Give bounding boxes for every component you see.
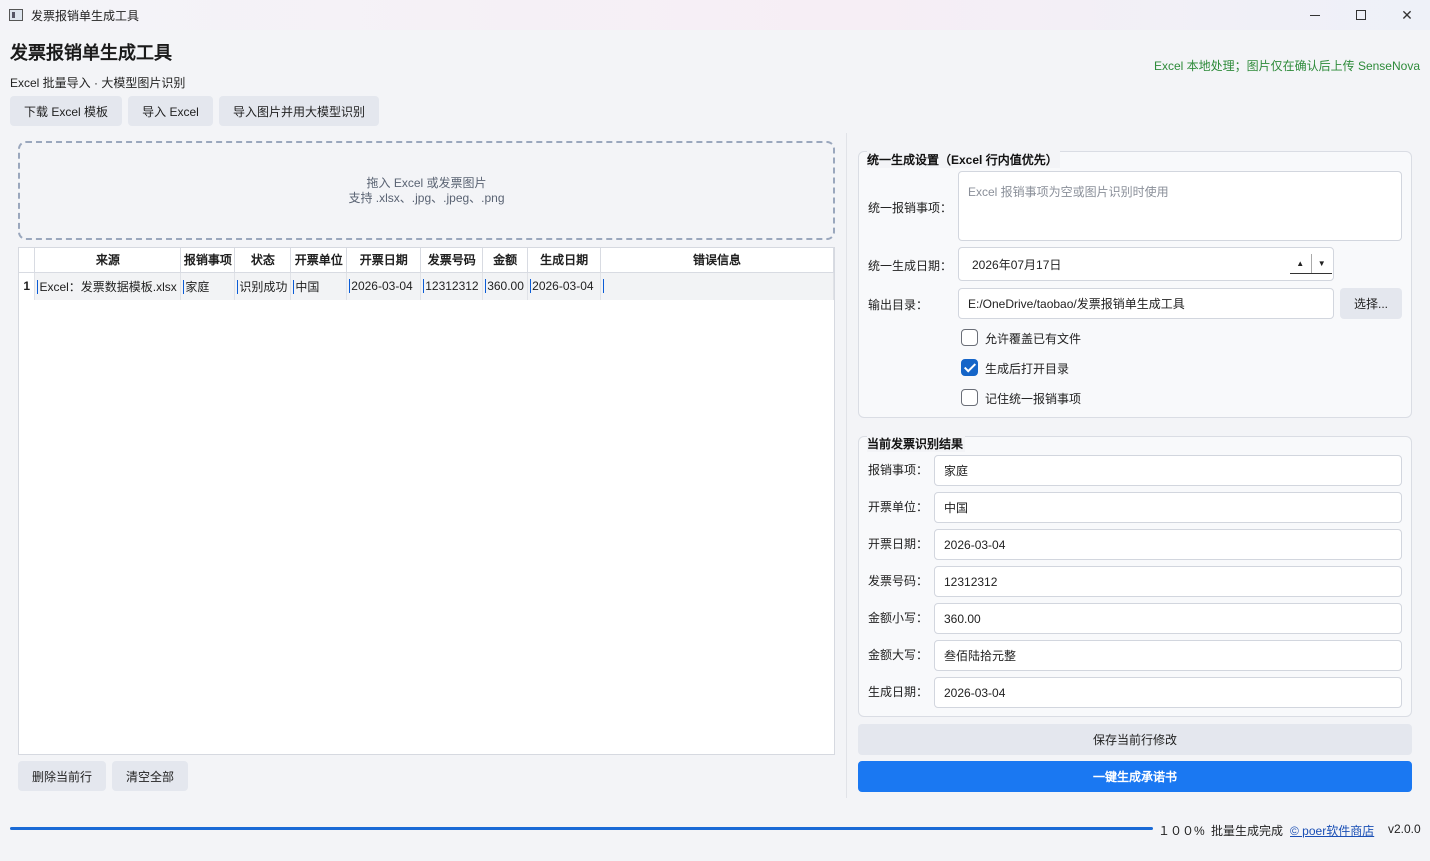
progress-percent: １００% bbox=[1158, 824, 1205, 838]
invoice-number-field[interactable]: 12312312 bbox=[934, 566, 1402, 597]
title-bar: 发票报销单生成工具 ✕ bbox=[0, 0, 1430, 30]
corner-header bbox=[19, 248, 36, 273]
table-cell[interactable]: 12312312 bbox=[420, 272, 484, 300]
panel-divider bbox=[846, 133, 847, 798]
open-dir-checkbox[interactable] bbox=[961, 359, 978, 376]
clear-all-button[interactable]: 清空全部 bbox=[112, 761, 188, 791]
import-excel-button[interactable]: 导入 Excel bbox=[128, 96, 213, 126]
maximize-icon bbox=[1356, 10, 1366, 20]
column-header[interactable]: 错误信息 bbox=[600, 248, 834, 273]
close-button[interactable]: ✕ bbox=[1384, 0, 1430, 30]
amount-field[interactable]: 360.00 bbox=[934, 603, 1402, 634]
page-title: 发票报销单生成工具 bbox=[10, 43, 172, 63]
cell-generate-date: 2026-03-04 bbox=[530, 279, 594, 294]
open-dir-label: 生成后打开目录 bbox=[985, 362, 1070, 376]
table-row[interactable]: 1 Excel：发票数据模板.xlsx 家庭 识别成功 中国 2026-03-0… bbox=[19, 272, 834, 300]
cell-issuer: 中国 bbox=[293, 279, 320, 294]
cell-invoice-date: 2026-03-04 bbox=[349, 279, 413, 294]
output-dir-input[interactable]: E:/OneDrive/taobao/发票报销单生成工具 bbox=[958, 288, 1334, 319]
allow-overwrite-label: 允许覆盖已有文件 bbox=[985, 332, 1082, 346]
date-spinbox[interactable]: 2026年07月17日 ▲ ▼ bbox=[958, 247, 1334, 281]
field-label: 开票日期： bbox=[868, 537, 929, 551]
date-stepper[interactable]: ▲ ▼ bbox=[1290, 254, 1332, 274]
generate-date-field[interactable]: 2026-03-04 bbox=[934, 677, 1402, 708]
store-link[interactable]: © poer软件商店 bbox=[1290, 822, 1374, 839]
column-header[interactable]: 报销事项 bbox=[180, 248, 236, 273]
invoice-grid: 来源 报销事项 状态 开票单位 开票日期 发票号码 金额 生成日期 错误信息 1… bbox=[19, 248, 834, 300]
drop-zone-formats: 支持 .xlsx、.jpg、.jpeg、.png bbox=[348, 190, 505, 205]
privacy-note: Excel 本地处理；图片仅在确认后上传 SenseNova bbox=[1153, 59, 1420, 73]
field-label: 金额小写： bbox=[868, 611, 929, 625]
matter-textarea[interactable]: Excel 报销事项为空或图片识别时使用 bbox=[958, 171, 1402, 241]
status-message: 批量生成完成 bbox=[1211, 824, 1284, 838]
matter-label: 统一报销事项： bbox=[868, 201, 953, 215]
maximize-button[interactable] bbox=[1338, 0, 1384, 30]
row-number[interactable]: 1 bbox=[19, 272, 36, 300]
settings-title: 统一生成设置（Excel 行内值优先） bbox=[867, 151, 1060, 168]
invoice-date-field[interactable]: 2026-03-04 bbox=[934, 529, 1402, 560]
page-subtitle: Excel 批量导入 · 大模型图片识别 bbox=[10, 76, 186, 90]
table-cell[interactable]: 中国 bbox=[290, 272, 348, 300]
issuer-field[interactable]: 中国 bbox=[934, 492, 1402, 523]
output-label: 输出目录： bbox=[868, 298, 929, 312]
cell-source: Excel：发票数据模板.xlsx bbox=[37, 279, 177, 294]
chevron-down-icon[interactable]: ▼ bbox=[1310, 254, 1333, 273]
field-label: 报销事项： bbox=[868, 463, 929, 477]
window-controls: ✕ bbox=[1292, 0, 1430, 30]
drop-zone-hint: 拖入 Excel 或发票图片 bbox=[366, 175, 487, 190]
result-title: 当前发票识别结果 bbox=[867, 435, 966, 452]
matter-field[interactable]: 家庭 bbox=[934, 455, 1402, 486]
close-icon: ✕ bbox=[1401, 6, 1413, 23]
drop-zone[interactable]: 拖入 Excel 或发票图片 支持 .xlsx、.jpg、.jpeg、.png bbox=[18, 141, 835, 240]
generate-button[interactable]: 一键生成承诺书 bbox=[858, 761, 1412, 792]
column-header[interactable]: 生成日期 bbox=[527, 248, 602, 273]
app-icon bbox=[9, 9, 23, 21]
column-header[interactable]: 来源 bbox=[34, 248, 182, 273]
column-header[interactable]: 状态 bbox=[234, 248, 292, 273]
import-images-button[interactable]: 导入图片并用大模型识别 bbox=[219, 96, 379, 126]
field-label: 发票号码： bbox=[868, 574, 929, 588]
table-header-row: 来源 报销事项 状态 开票单位 开票日期 发票号码 金额 生成日期 错误信息 bbox=[19, 248, 834, 273]
field-label: 开票单位： bbox=[868, 500, 929, 514]
table-cell[interactable]: ​ bbox=[600, 272, 834, 300]
table-cell[interactable]: Excel：发票数据模板.xlsx bbox=[34, 272, 182, 300]
download-template-button[interactable]: 下载 Excel 模板 bbox=[10, 96, 122, 126]
minimize-icon bbox=[1310, 14, 1320, 16]
column-header[interactable]: 开票日期 bbox=[346, 248, 422, 273]
column-header[interactable]: 开票单位 bbox=[290, 248, 348, 273]
table-cell[interactable]: 360.00 bbox=[482, 272, 529, 300]
cell-amount: 360.00 bbox=[485, 279, 524, 294]
invoice-table[interactable]: 来源 报销事项 状态 开票单位 开票日期 发票号码 金额 生成日期 错误信息 1… bbox=[18, 247, 835, 755]
version-label: v2.0.0 bbox=[1388, 822, 1421, 836]
allow-overwrite-checkbox[interactable] bbox=[961, 329, 978, 346]
date-label: 统一生成日期： bbox=[868, 259, 953, 273]
table-cell[interactable]: 识别成功 bbox=[234, 272, 292, 300]
date-value: 2026年07月17日 bbox=[972, 257, 1062, 272]
delete-row-button[interactable]: 删除当前行 bbox=[18, 761, 106, 791]
cell-error: ​ bbox=[603, 279, 606, 294]
cell-invoice-number: 12312312 bbox=[423, 279, 479, 294]
remember-matter-label: 记住统一报销事项 bbox=[985, 392, 1082, 406]
chevron-up-icon[interactable]: ▲ bbox=[1290, 254, 1311, 273]
window-title: 发票报销单生成工具 bbox=[31, 8, 140, 23]
progress-bar bbox=[10, 827, 1153, 830]
table-cell[interactable]: 家庭 bbox=[180, 272, 236, 300]
table-cell[interactable]: 2026-03-04 bbox=[527, 272, 602, 300]
minimize-button[interactable] bbox=[1292, 0, 1338, 30]
amount-words-field[interactable]: 叁佰陆拾元整 bbox=[934, 640, 1402, 671]
remember-matter-checkbox[interactable] bbox=[961, 389, 978, 406]
save-row-button[interactable]: 保存当前行修改 bbox=[858, 724, 1412, 755]
field-label: 生成日期： bbox=[868, 685, 929, 699]
column-header[interactable]: 发票号码 bbox=[420, 248, 484, 273]
cell-status: 识别成功 bbox=[237, 279, 288, 294]
field-label: 金额大写： bbox=[868, 648, 929, 662]
table-cell[interactable]: 2026-03-04 bbox=[346, 272, 422, 300]
cell-matter: 家庭 bbox=[183, 279, 210, 294]
browse-button[interactable]: 选择... bbox=[1340, 288, 1402, 319]
column-header[interactable]: 金额 bbox=[482, 248, 529, 273]
